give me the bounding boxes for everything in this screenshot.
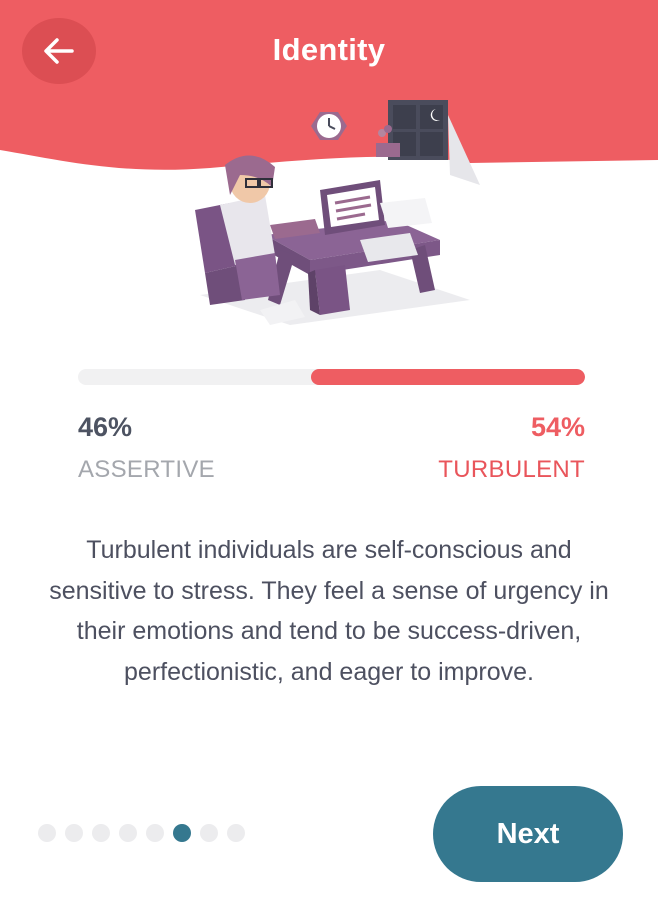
trait-progress-bar bbox=[78, 369, 585, 385]
trait-progress-fill bbox=[311, 369, 585, 385]
assertive-percent: 46% bbox=[78, 412, 133, 442]
pagination-dot bbox=[146, 824, 164, 842]
pagination-dot bbox=[119, 824, 137, 842]
pagination-dot bbox=[200, 824, 218, 842]
turbulent-percent: 54% bbox=[530, 412, 585, 442]
trait-description: Turbulent individuals are self-conscious… bbox=[49, 536, 609, 686]
pagination-dots bbox=[38, 824, 245, 844]
pagination-dot bbox=[38, 824, 56, 842]
pagination-dot-active bbox=[173, 824, 191, 842]
pagination-dot bbox=[92, 824, 110, 842]
page-title: Identity bbox=[272, 32, 386, 67]
turbulent-label: TURBULENT bbox=[438, 456, 585, 483]
pagination-dot bbox=[65, 824, 83, 842]
stressed-person-at-desk-illustration bbox=[195, 100, 480, 325]
identity-card: Identity 46% 54% ASSERTIVE TURBULENT Tur… bbox=[0, 0, 658, 921]
next-button[interactable]: Next bbox=[433, 786, 623, 882]
pagination-dot bbox=[227, 824, 245, 842]
assertive-label: ASSERTIVE bbox=[78, 456, 215, 483]
